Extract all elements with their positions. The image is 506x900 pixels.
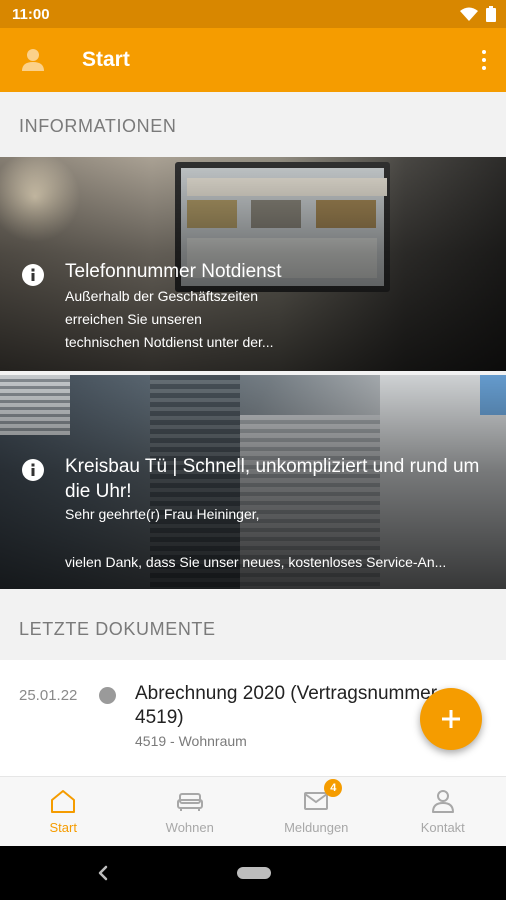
card-text-line: Sehr geehrte(r) Frau Heininger, <box>65 506 260 522</box>
card-title: Telefonnummer Notdienst <box>65 261 282 282</box>
card-text-line: Außerhalb der Geschäftszeiten <box>65 288 258 304</box>
dot-icon <box>482 50 486 54</box>
profile-icon <box>22 49 44 71</box>
app-bar: Start <box>0 28 506 92</box>
document-subtitle: 4519 - Wohnraum <box>135 733 247 749</box>
nav-item-meldungen[interactable]: 4 Meldungen <box>253 777 380 846</box>
plus-icon <box>442 710 460 728</box>
card-text-line: erreichen Sie unseren <box>65 311 202 327</box>
nav-item-start[interactable]: Start <box>0 777 127 846</box>
mail-icon-wrapper: 4 <box>302 779 343 814</box>
status-time: 11:00 <box>12 6 50 23</box>
page-title: Start <box>82 48 130 71</box>
card-text-line: technischen Notdienst unter der... <box>65 334 274 350</box>
info-icon <box>22 459 44 481</box>
system-navigation-bar <box>0 846 506 900</box>
home-icon <box>51 790 76 813</box>
card-text-line: vielen Dank, dass Sie unser neues, koste… <box>65 554 447 570</box>
nav-item-wohnen[interactable]: Wohnen <box>127 777 254 846</box>
nav-label: Kontakt <box>420 820 465 835</box>
back-icon[interactable] <box>96 863 110 883</box>
document-date: 25.01.22 <box>19 687 78 704</box>
nav-label: Start <box>49 820 77 835</box>
section-header-letzte-dokumente: LETZTE DOKUMENTE <box>19 619 216 639</box>
document-status-dot <box>99 687 116 704</box>
wifi-icon <box>460 7 478 21</box>
info-card-kreisbau[interactable]: Kreisbau Tü | Schnell, unkompliziert und… <box>0 375 506 589</box>
section-header-informationen: INFORMATIONEN <box>19 116 177 136</box>
dot-icon <box>482 66 486 70</box>
add-button[interactable] <box>420 688 482 750</box>
status-bar: 11:00 <box>0 0 506 28</box>
info-card-notdienst[interactable]: Telefonnummer Notdienst Außerhalb der Ge… <box>0 157 506 371</box>
status-icons <box>460 6 496 22</box>
nav-item-kontakt[interactable]: Kontakt <box>380 777 506 846</box>
nav-label: Meldungen <box>284 820 349 835</box>
sofa-icon <box>176 793 203 811</box>
nav-label: Wohnen <box>165 820 214 835</box>
bottom-navigation: Start Wohnen 4 Meldungen Kontakt <box>0 776 506 846</box>
home-gesture-pill[interactable] <box>237 867 271 879</box>
card-title: Kreisbau Tü | Schnell, unkompliziert und… <box>65 456 480 502</box>
notification-badge: 4 <box>324 779 343 797</box>
info-icon <box>22 264 44 286</box>
dot-icon <box>482 58 486 62</box>
document-title: Abrechnung 2020 (Vertragsnummer 4519) <box>135 683 438 728</box>
profile-button[interactable] <box>18 45 48 75</box>
battery-icon <box>486 6 496 22</box>
person-icon <box>431 790 454 813</box>
overflow-menu-button[interactable] <box>476 46 492 74</box>
